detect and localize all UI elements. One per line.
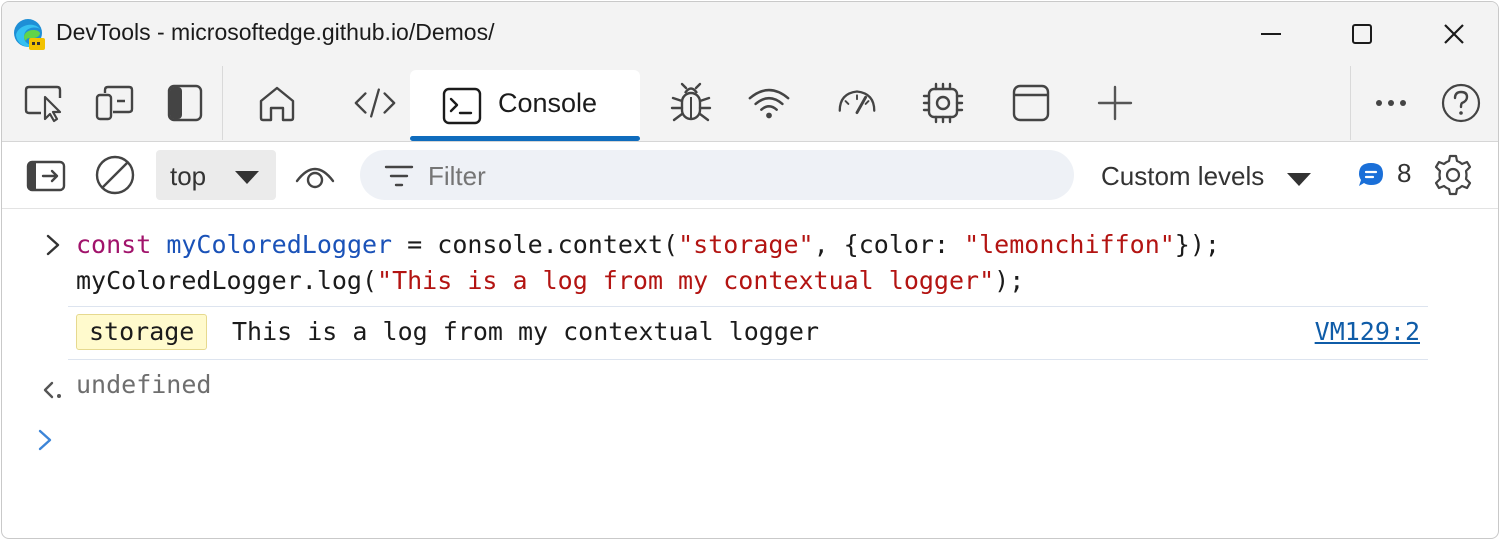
tab-elements[interactable] [352, 80, 398, 126]
wifi-icon [748, 88, 790, 119]
context-badge: storage [76, 314, 208, 350]
help-button[interactable] [1438, 80, 1484, 126]
execution-context-select[interactable]: top [156, 150, 276, 200]
tab-application[interactable] [1008, 80, 1054, 126]
code-text: myColoredLogger.log( [76, 266, 378, 295]
dock-side-button[interactable] [162, 80, 208, 126]
console-input-line-1: const myColoredLogger = console.context(… [76, 230, 1220, 259]
minimize-button[interactable] [1251, 14, 1291, 54]
prompt-chevron-icon[interactable] [36, 428, 54, 452]
return-value: undefined [76, 370, 212, 399]
filter-field[interactable] [360, 150, 1074, 200]
eye-icon [295, 167, 335, 189]
log-levels-select[interactable]: Custom levels [1101, 161, 1312, 192]
gear-icon [1434, 154, 1472, 196]
inspect-tool-button[interactable] [22, 80, 68, 126]
code-text: ); [994, 266, 1025, 295]
code-keyword: const [76, 230, 152, 259]
code-text: = console.context( [392, 230, 679, 259]
console-toolbar: top Custom levels [2, 142, 1498, 209]
device-emulation-icon [95, 85, 134, 121]
tab-network[interactable] [746, 80, 792, 126]
inspect-cursor-icon [24, 85, 62, 123]
customize-menu-button[interactable] [1368, 80, 1414, 126]
devtools-window: DevTools - microsoftedge.github.io/Demos… [1, 1, 1499, 539]
show-sidebar-button[interactable] [24, 154, 68, 198]
code-string: "storage" [678, 230, 814, 259]
device-emulation-button[interactable] [92, 80, 138, 126]
devtools-tab-bar: Console [2, 66, 1498, 142]
more-tools-button[interactable] [1092, 80, 1138, 126]
log-message-text: This is a log from my contextual logger [232, 317, 819, 346]
tab-separator [1350, 66, 1351, 140]
bug-icon [670, 82, 712, 122]
window-title: DevTools - microsoftedge.github.io/Demos… [56, 19, 495, 45]
code-text: , {color: [813, 230, 965, 259]
console-settings-button[interactable] [1430, 152, 1476, 198]
sidebar-toggle-icon [26, 160, 66, 192]
filter-icon [384, 165, 414, 187]
maximize-button[interactable] [1342, 14, 1382, 54]
code-brackets-icon [354, 88, 396, 118]
issues-button[interactable] [1356, 160, 1388, 192]
tab-separator [222, 66, 223, 140]
tab-console[interactable]: Console [410, 70, 640, 141]
more-horizontal-icon [1376, 100, 1406, 106]
help-question-icon [1441, 83, 1481, 123]
close-button[interactable] [1434, 14, 1474, 54]
code-string: "lemonchiffon" [964, 230, 1175, 259]
active-tab-indicator [410, 136, 640, 141]
live-expression-button[interactable] [292, 152, 338, 198]
result-arrow-icon [43, 381, 61, 399]
filter-input[interactable] [428, 161, 1028, 192]
application-window-icon [1012, 84, 1050, 122]
maximize-icon [1352, 24, 1372, 44]
code-string: "This is a log from my contextual logger… [377, 266, 995, 295]
code-text: }); [1174, 230, 1220, 259]
source-link[interactable]: VM129:2 [1315, 317, 1420, 346]
title-bar: DevTools - microsoftedge.github.io/Demos… [2, 2, 1498, 66]
close-icon [1444, 24, 1464, 44]
issues-count: 8 [1397, 158, 1412, 188]
message-bubble-icon [1359, 163, 1383, 186]
input-chevron-icon [46, 234, 60, 256]
clear-console-button[interactable] [92, 152, 138, 198]
dropdown-triangle-icon [235, 171, 259, 184]
tab-memory[interactable] [920, 80, 966, 126]
dropdown-triangle-icon [1286, 173, 1311, 186]
console-output: const myColoredLogger = console.context(… [2, 209, 1498, 538]
tab-performance[interactable] [834, 80, 880, 126]
tab-welcome[interactable] [254, 80, 300, 126]
tab-console-label: Console [498, 88, 598, 118]
code-variable: myColoredLogger [166, 230, 393, 259]
home-icon [259, 86, 295, 122]
console-input-line-2: myColoredLogger.log("This is a log from … [76, 266, 1024, 295]
edge-devtools-logo-icon [14, 19, 45, 50]
plus-icon [1097, 85, 1133, 121]
memory-chip-icon [922, 82, 964, 124]
log-levels-label: Custom levels [1101, 161, 1265, 191]
execution-context-value: top [170, 161, 207, 191]
console-prompt-icon [442, 87, 482, 125]
tab-sources[interactable] [668, 80, 714, 126]
dock-panel-icon [167, 84, 203, 122]
clear-block-icon [95, 155, 135, 195]
gauge-icon [838, 90, 876, 115]
console-log-message: storage This is a log from my contextual… [68, 306, 1428, 360]
minimize-icon [1261, 33, 1281, 35]
